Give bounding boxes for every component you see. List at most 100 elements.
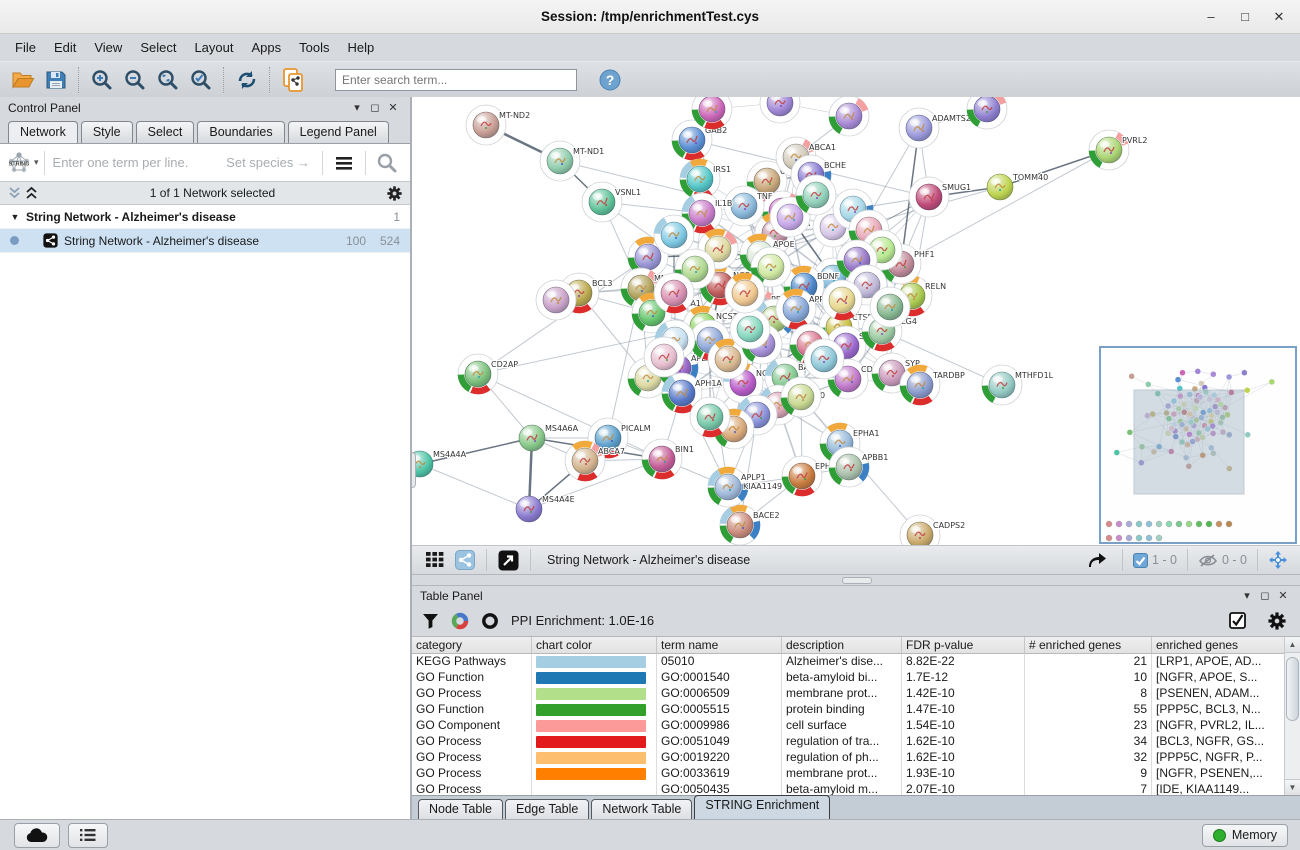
open-file-button[interactable] xyxy=(6,65,39,95)
expand-all-icon[interactable] xyxy=(25,186,38,200)
tree-expand-caret[interactable]: ▼ xyxy=(8,212,22,222)
string-protein-query-selector[interactable]: STRING ▾ xyxy=(6,151,45,175)
network-node[interactable] xyxy=(654,215,694,255)
string-query-input[interactable] xyxy=(45,154,227,171)
panel-float-icon[interactable]: ◻ xyxy=(1256,589,1274,602)
column-header-category[interactable]: category xyxy=(412,637,532,654)
network-node[interactable]: MS4A4A xyxy=(412,450,467,477)
zoom-out-button[interactable] xyxy=(118,65,151,95)
task-history-button[interactable] xyxy=(68,823,108,848)
menu-tools[interactable]: Tools xyxy=(290,36,338,59)
collapse-all-icon[interactable] xyxy=(8,186,25,200)
network-node[interactable] xyxy=(967,97,1007,129)
table-row[interactable]: GO FunctionGO:0005515protein binding1.47… xyxy=(412,702,1285,718)
network-node[interactable] xyxy=(730,309,770,349)
species-hint[interactable]: Set species → xyxy=(226,155,318,170)
network-node[interactable]: TOMM40 xyxy=(987,173,1048,200)
export-network-icon[interactable] xyxy=(1078,550,1116,570)
tab-network[interactable]: Network xyxy=(8,121,78,144)
string-options-icon[interactable] xyxy=(327,155,361,171)
string-search-icon[interactable] xyxy=(370,152,404,174)
search-input[interactable] xyxy=(335,69,577,91)
birdseye-overview[interactable] xyxy=(1099,346,1297,544)
tab-legend-panel[interactable]: Legend Panel xyxy=(288,121,389,143)
cloud-tasks-button[interactable] xyxy=(14,823,60,848)
tab-boundaries[interactable]: Boundaries xyxy=(197,121,284,143)
filter-icon[interactable] xyxy=(422,612,439,629)
chart-icon[interactable] xyxy=(451,612,469,630)
column-header-enrichedgenes[interactable]: enriched genes xyxy=(1152,637,1300,654)
scrollbar-thumb[interactable] xyxy=(1286,657,1299,721)
ring-chart-icon[interactable] xyxy=(481,612,499,630)
gear-icon[interactable] xyxy=(387,186,402,201)
overview-viewport[interactable] xyxy=(1134,390,1244,494)
network-node[interactable]: MT-ND1 xyxy=(540,141,604,181)
tab-edge-table[interactable]: Edge Table xyxy=(505,799,589,820)
menu-edit[interactable]: Edit xyxy=(45,36,85,59)
network-node[interactable] xyxy=(760,97,800,123)
network-node[interactable]: CADPS2 xyxy=(900,515,965,545)
selected-checkbox-icon[interactable] xyxy=(1133,553,1148,568)
table-row[interactable]: KEGG Pathways05010Alzheimer's dise...8.8… xyxy=(412,654,1285,670)
column-header-FDRp-value[interactable]: FDR p-value xyxy=(902,637,1025,654)
menu-apps[interactable]: Apps xyxy=(243,36,291,59)
network-node[interactable]: ABCA7 xyxy=(565,441,625,481)
network-node[interactable] xyxy=(536,280,576,320)
column-header-chartcolor[interactable]: chart color xyxy=(532,637,657,654)
scroll-down-arrow[interactable]: ▼ xyxy=(1285,779,1300,795)
zoom-selected-button[interactable] xyxy=(184,65,217,95)
network-tree-row[interactable]: String Network - Alzheimer's disease1005… xyxy=(0,229,410,253)
tab-select[interactable]: Select xyxy=(136,121,195,143)
network-node[interactable]: BIN1 xyxy=(642,439,694,479)
network-node[interactable] xyxy=(796,175,836,215)
column-header-termname[interactable]: term name xyxy=(657,637,782,654)
detach-view-icon[interactable] xyxy=(493,550,524,571)
column-header-enrichedgenes[interactable]: # enriched genes xyxy=(1025,637,1152,654)
table-row[interactable]: GO ProcessGO:0033619membrane prot...1.93… xyxy=(412,766,1285,782)
network-node[interactable]: ADAMTS2 xyxy=(899,108,971,148)
menu-select[interactable]: Select xyxy=(131,36,185,59)
tab-network-table[interactable]: Network Table xyxy=(591,799,692,820)
panel-menu-icon[interactable]: ▾ xyxy=(1238,589,1256,602)
menu-view[interactable]: View xyxy=(85,36,131,59)
table-scrollbar[interactable]: ▲ ▼ xyxy=(1284,637,1300,795)
table-row[interactable]: GO ProcessGO:0019220regulation of ph...1… xyxy=(412,750,1285,766)
network-node[interactable]: APBB1 xyxy=(829,447,888,487)
network-node[interactable] xyxy=(781,377,821,417)
tab-node-table[interactable]: Node Table xyxy=(418,799,503,820)
network-node[interactable] xyxy=(822,280,862,320)
save-session-button[interactable] xyxy=(39,65,72,95)
table-row[interactable]: GO FunctionGO:0001540beta-amyloid bi...1… xyxy=(412,670,1285,686)
table-row[interactable]: GO ProcessGO:0051049regulation of tra...… xyxy=(412,734,1285,750)
network-node[interactable]: MT-ND2 xyxy=(466,105,530,145)
network-canvas[interactable]: MT-ND2MT-ND1VSNL1CD2APMS4A6AMS4A4AMS4A4E… xyxy=(412,97,1300,546)
network-node[interactable] xyxy=(644,337,684,377)
pan-tool-icon[interactable] xyxy=(1264,550,1292,570)
settings-gear-icon[interactable] xyxy=(1268,612,1290,630)
network-node[interactable]: SMUG1 xyxy=(909,177,971,217)
network-node[interactable]: MS4A4E xyxy=(516,495,575,522)
network-node[interactable]: TARDBP xyxy=(900,365,965,405)
panel-menu-icon[interactable]: ▾ xyxy=(348,101,366,114)
grid-view-icon[interactable] xyxy=(420,551,450,569)
network-from-clipboard-button[interactable] xyxy=(276,65,309,95)
network-node[interactable] xyxy=(725,273,765,313)
scroll-up-arrow[interactable]: ▲ xyxy=(1285,637,1300,653)
string-share-icon[interactable] xyxy=(450,550,480,570)
network-node[interactable] xyxy=(654,273,694,313)
panel-close-icon[interactable]: ✕ xyxy=(1274,589,1292,602)
panel-float-icon[interactable]: ◻ xyxy=(366,101,384,114)
minimize-button[interactable]: – xyxy=(1198,6,1224,28)
network-node[interactable] xyxy=(804,339,844,379)
network-node[interactable]: MTHFD1L xyxy=(982,365,1054,405)
menu-layout[interactable]: Layout xyxy=(185,36,242,59)
horizontal-splitter[interactable] xyxy=(412,575,1300,586)
network-tree-row[interactable]: ▼String Network - Alzheimer's disease1 xyxy=(0,205,410,229)
table-row[interactable]: GO ComponentGO:0009986cell surface1.54E-… xyxy=(412,718,1285,734)
menu-file[interactable]: File xyxy=(6,36,45,59)
eye-off-icon[interactable] xyxy=(1198,553,1218,568)
select-rows-icon[interactable] xyxy=(1229,612,1256,629)
zoom-fit-button[interactable] xyxy=(151,65,184,95)
network-node[interactable]: BACE2 xyxy=(720,505,780,545)
menu-help[interactable]: Help xyxy=(339,36,384,59)
